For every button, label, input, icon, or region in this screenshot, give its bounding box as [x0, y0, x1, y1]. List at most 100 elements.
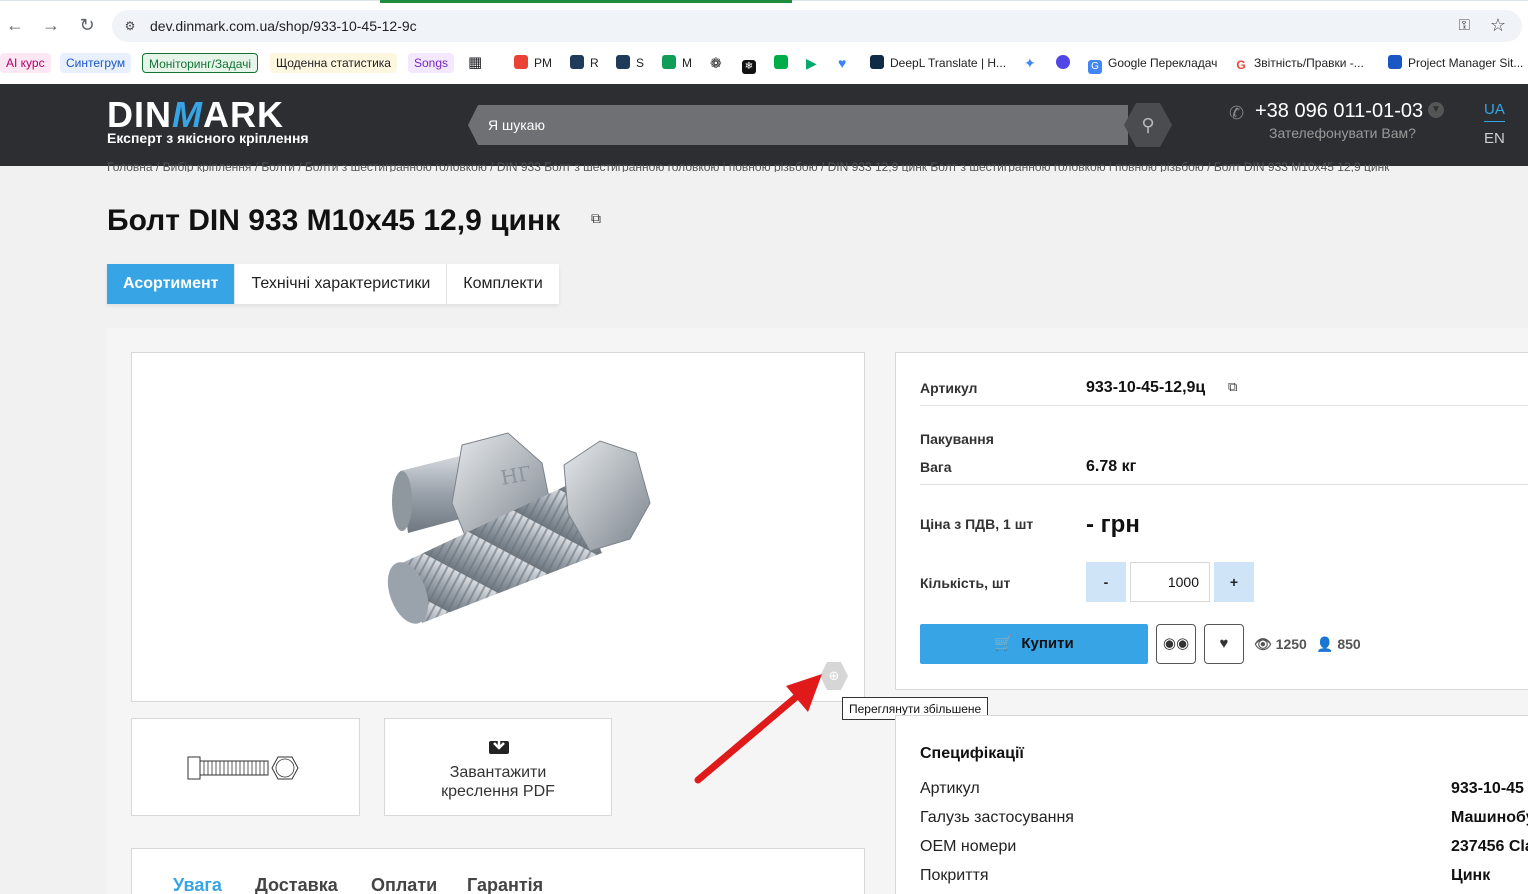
- spec-label: Покриття: [920, 867, 989, 884]
- m-favicon-icon: [662, 55, 676, 69]
- breadcrumb-item[interactable]: Вибір кріплення: [163, 160, 252, 172]
- tab-specs[interactable]: Технічні характеристики: [235, 264, 448, 304]
- google-favicon-icon: G: [1234, 58, 1248, 72]
- play-icon[interactable]: ▶: [806, 53, 817, 73]
- lang-ua[interactable]: UA: [1484, 101, 1505, 122]
- tab-delivery[interactable]: Доставка: [255, 875, 338, 894]
- bookmark-monitoring[interactable]: Моніторинг/Задачі: [142, 53, 259, 73]
- bookmark-star-icon[interactable]: ☆: [1490, 15, 1506, 36]
- apps-grid-icon[interactable]: ▦: [468, 53, 482, 73]
- bookmark-syntegrum[interactable]: Синтегрум: [60, 53, 132, 73]
- reload-icon[interactable]: ↻: [76, 14, 98, 36]
- spec-label: Артикул: [920, 780, 980, 797]
- favicon-dark-icon[interactable]: ❄: [742, 53, 762, 74]
- quantity-plus-button[interactable]: +: [1214, 562, 1254, 602]
- back-arrow-icon[interactable]: ←: [4, 14, 26, 36]
- gemini-icon[interactable]: ✦: [1024, 53, 1036, 73]
- breadcrumb-item[interactable]: DIN 933 Болт з шестигранною головкою і п…: [497, 160, 818, 172]
- divider: [920, 484, 1528, 485]
- tab-payment[interactable]: Оплати: [371, 875, 437, 894]
- info-tabs: Увага Доставка Оплати Гарантія: [131, 848, 865, 894]
- breadcrumb-item[interactable]: Головна: [107, 160, 153, 172]
- quantity-minus-button[interactable]: -: [1086, 562, 1126, 602]
- phone-number[interactable]: +38 096 011-01-03: [1255, 100, 1423, 123]
- views-counter: 👁 1250: [1254, 636, 1307, 652]
- breadcrumb-item[interactable]: Болти з шестигранною головкою: [305, 160, 487, 172]
- price-value: - грн: [1086, 511, 1140, 538]
- forward-arrow-icon[interactable]: →: [40, 14, 62, 36]
- search-input[interactable]: [488, 105, 1108, 145]
- bookmark-daily-stats[interactable]: Щоденна статистика: [270, 53, 397, 73]
- quantity-input[interactable]: [1130, 562, 1210, 602]
- product-image-area[interactable]: НГ: [131, 352, 865, 702]
- spec-value: Цинк: [1451, 867, 1491, 884]
- user-icon: 👤: [1316, 636, 1334, 652]
- search-icon: ⚲: [1141, 115, 1155, 135]
- wishlist-button[interactable]: ♥: [1204, 624, 1244, 664]
- pdf-label-line2: креслення PDF: [441, 783, 555, 800]
- quantity-label: Кількість, шт: [920, 575, 1011, 591]
- page-load-progress: [380, 0, 792, 3]
- article-label: Артикул: [920, 380, 978, 396]
- s-favicon-icon: [616, 55, 630, 69]
- address-bar[interactable]: ⚙ dev.dinmark.com.ua/shop/933-10-45-12-9…: [112, 10, 1522, 42]
- bookmark-songs[interactable]: Songs: [408, 53, 455, 73]
- site-settings-icon[interactable]: ⚙: [122, 18, 138, 34]
- chatgpt-icon[interactable]: ❁: [710, 53, 722, 73]
- specifications-title: Специфікації: [920, 745, 1024, 762]
- browser-chrome: ← → ↻ ⚙ dev.dinmark.com.ua/shop/933-10-4…: [0, 0, 1528, 84]
- r-favicon-icon: [570, 55, 584, 69]
- red-annotation-arrow-icon: [694, 674, 822, 784]
- search-button[interactable]: ⚲: [1124, 103, 1172, 147]
- meet-icon[interactable]: [774, 53, 794, 73]
- bookmark-project-manager[interactable]: Project Manager Sit...: [1388, 53, 1523, 73]
- bookmarks-bar: AI курс Синтегрум Моніторинг/Задачі Щоде…: [0, 50, 1528, 76]
- page-title: Болт DIN 933 M10x45 12,9 цинк: [107, 204, 561, 237]
- buy-button[interactable]: 🛒 Купити: [920, 624, 1148, 664]
- breadcrumb: Головна / Вибір кріплення / Болти / Болт…: [107, 160, 1390, 172]
- bookmark-reporting[interactable]: G Звітність/Правки -...: [1234, 53, 1364, 73]
- search-box[interactable]: [468, 105, 1128, 145]
- bookmark-pm[interactable]: PM: [514, 53, 552, 73]
- password-key-icon[interactable]: ⚿: [1459, 17, 1470, 34]
- spec-value: Машинобу: [1451, 809, 1528, 826]
- bolt-drawing-icon: [187, 756, 299, 780]
- copy-title-icon[interactable]: ⧉: [591, 211, 605, 225]
- spec-value: 237456 Cla: [1451, 838, 1528, 855]
- download-pdf-button[interactable]: Завантажити креслення PDF: [384, 718, 612, 816]
- tab-kits[interactable]: Комплекти: [447, 264, 559, 304]
- bolt-product-image[interactable]: НГ: [132, 353, 866, 703]
- phone-icon: ✆: [1229, 103, 1245, 123]
- weight-value: 6.78 кг: [1086, 458, 1137, 475]
- phone-dropdown-icon[interactable]: ▼: [1428, 102, 1444, 118]
- tab-attention[interactable]: Увага: [173, 875, 222, 894]
- bookmark-r[interactable]: R: [570, 53, 599, 73]
- users-counter: 👤 850: [1316, 636, 1361, 652]
- google-translate-favicon-icon: G: [1088, 60, 1102, 74]
- product-tabs: Асортимент Технічні характеристики Компл…: [107, 264, 559, 304]
- trello-favicon-icon: [1388, 55, 1402, 69]
- bookmark-purple-app[interactable]: [1056, 53, 1076, 73]
- breadcrumb-item[interactable]: Болти: [261, 160, 295, 172]
- download-icon: [489, 736, 509, 754]
- bookmark-s[interactable]: S: [616, 53, 644, 73]
- bookmark-deepl[interactable]: DeepL Translate | Н...: [870, 53, 1006, 73]
- article-value: 933-10-45-12,9ц: [1086, 379, 1206, 396]
- heart-app-icon[interactable]: ♥: [838, 53, 846, 73]
- binoculars-icon: ◉◉: [1162, 635, 1190, 652]
- copy-article-icon[interactable]: ⧉: [1228, 379, 1237, 395]
- tab-warranty[interactable]: Гарантія: [467, 875, 543, 894]
- lang-en[interactable]: EN: [1484, 130, 1505, 147]
- tab-assortment[interactable]: Асортимент: [107, 264, 236, 304]
- bookmark-m[interactable]: M: [662, 53, 692, 73]
- bookmark-google-translate[interactable]: G Google Перекладач: [1088, 53, 1217, 74]
- bookmark-ai-course[interactable]: AI курс: [0, 53, 51, 73]
- drawing-thumbnail[interactable]: [131, 718, 360, 816]
- compare-button[interactable]: ◉◉: [1156, 624, 1196, 664]
- url-text[interactable]: dev.dinmark.com.ua/shop/933-10-45-12-9c: [150, 18, 417, 34]
- breadcrumb-item[interactable]: DIN 933 12,9 цинк Болт з шестигранною го…: [828, 160, 1204, 172]
- spec-label: Галузь застосування: [920, 809, 1074, 826]
- callback-link[interactable]: Зателефонувати Вам?: [1269, 125, 1416, 141]
- pm-favicon-icon: [514, 55, 528, 69]
- spec-label: OEM номери: [920, 838, 1017, 855]
